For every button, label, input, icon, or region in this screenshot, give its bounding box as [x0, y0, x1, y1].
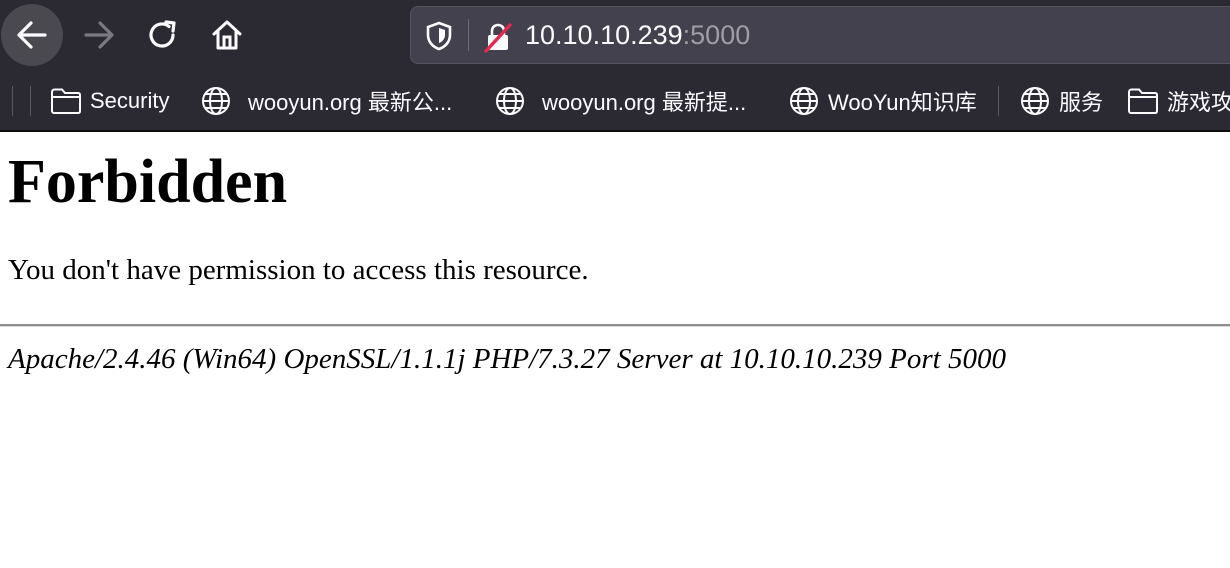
browser-chrome: 10.10.10.239:5000 Security wooyun.org 最新… — [0, 0, 1230, 132]
error-message: You don't have permission to access this… — [8, 254, 589, 286]
globe-icon — [496, 87, 524, 115]
home-button[interactable] — [196, 4, 258, 66]
home-icon — [212, 20, 242, 50]
bookmarks-divider — [12, 86, 13, 116]
address-bar-separator — [468, 19, 469, 51]
arrow-left-icon — [17, 21, 47, 49]
bookmark-services[interactable]: 服务 — [1019, 84, 1103, 118]
bookmarks-toolbar: Security wooyun.org 最新公... wooyun.org 最新… — [0, 70, 1230, 132]
bookmark-wooyun-knowledge[interactable]: WooYun知识库 — [788, 84, 977, 118]
url-host: 10.10.10.239 — [525, 20, 683, 50]
bookmarks-divider — [998, 86, 999, 116]
folder-icon — [51, 88, 81, 114]
bookmark-label: wooyun.org 最新提... — [542, 90, 747, 115]
bookmarks-divider — [30, 86, 31, 116]
bookmark-label: 服务 — [1059, 90, 1104, 115]
page-content: Forbidden You don't have permission to a… — [0, 146, 1230, 377]
back-button[interactable] — [1, 4, 63, 66]
folder-icon — [1128, 88, 1158, 114]
bookmark-game-guides[interactable]: 游戏攻 — [1127, 84, 1230, 118]
globe-icon — [790, 87, 818, 115]
navigation-toolbar: 10.10.10.239:5000 — [0, 0, 1230, 70]
globe-icon — [202, 87, 230, 115]
address-bar[interactable]: 10.10.10.239:5000 — [410, 6, 1230, 64]
page-title: Forbidden — [8, 148, 288, 216]
url-port: :5000 — [682, 20, 751, 50]
divider — [0, 324, 1230, 327]
bookmark-wooyun-submit[interactable]: wooyun.org 最新提... — [494, 84, 746, 118]
bookmark-label: WooYun知识库 — [828, 90, 977, 115]
server-signature: Apache/2.4.46 (Win64) OpenSSL/1.1.1j PHP… — [8, 343, 1006, 375]
url-text[interactable]: 10.10.10.239:5000 — [525, 19, 750, 51]
globe-icon — [1021, 87, 1049, 115]
reload-button[interactable] — [132, 4, 194, 66]
reload-icon — [149, 20, 176, 48]
bookmark-wooyun-public[interactable]: wooyun.org 最新公... — [200, 84, 452, 118]
bookmark-label: wooyun.org 最新公... — [248, 90, 453, 115]
insecure-lock-icon[interactable] — [483, 21, 513, 58]
bookmark-security[interactable]: Security — [50, 84, 169, 118]
forward-button[interactable] — [68, 4, 130, 66]
bookmark-label: 游戏攻 — [1167, 90, 1230, 115]
bookmark-label: Security — [90, 88, 170, 113]
tracking-protection-shield-icon[interactable] — [425, 21, 453, 56]
arrow-right-icon — [84, 21, 114, 49]
